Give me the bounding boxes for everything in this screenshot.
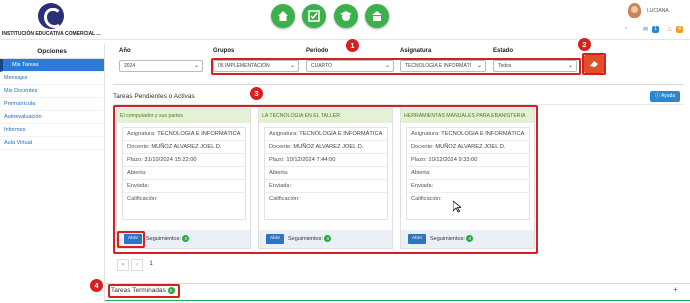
home-nav-button[interactable] xyxy=(271,4,295,28)
classroom-nav-button[interactable] xyxy=(365,4,389,28)
grades-nav-button[interactable] xyxy=(334,4,358,28)
sidebar: Opciones Mis Tareas Mensajes Mis Docente… xyxy=(0,44,105,303)
callout-2: 2 xyxy=(578,38,591,51)
divider xyxy=(105,300,690,301)
expand-icon[interactable]: + xyxy=(673,285,678,294)
bell-icon[interactable]: ⚠ xyxy=(667,26,672,34)
sidebar-item-mensajes[interactable]: Mensajes xyxy=(0,72,104,85)
user-name[interactable]: LUCIANA xyxy=(647,8,669,14)
user-avatar[interactable] xyxy=(628,3,641,18)
school-name: INSTITUCIÓN EDUCATIVA COMERCIAL ... xyxy=(2,31,101,37)
top-header: INSTITUCIÓN EDUCATIVA COMERCIAL ... LUCI… xyxy=(0,0,690,40)
anio-label: Año xyxy=(119,48,131,54)
sidebar-item-autoevaluacion[interactable]: Autoevaluación xyxy=(0,111,104,124)
callout-box-open-button xyxy=(117,231,145,248)
help-label: Ayuda xyxy=(661,93,676,99)
checklist-icon xyxy=(308,10,320,22)
callout-4: 4 xyxy=(90,279,103,292)
callout-1: 1 xyxy=(346,39,359,52)
alerts-badge: 4 xyxy=(676,26,683,33)
messages-badge: 1 xyxy=(652,26,659,33)
pending-tasks-title: Tareas Pendientes o Activas xyxy=(113,93,195,100)
sidebar-item-aula-virtual[interactable]: Aula Virtual xyxy=(0,137,104,150)
school-logo xyxy=(38,3,64,29)
anio-value: 2024 xyxy=(124,63,136,69)
sidebar-title: Opciones xyxy=(0,44,104,59)
periodo-label: Periodo xyxy=(306,48,329,54)
asignatura-label: Asignatura xyxy=(400,48,432,54)
help-button[interactable]: ⓘ Ayuda xyxy=(650,91,680,102)
chevron-down-icon: ⌄ xyxy=(193,63,199,69)
callout-box-filters xyxy=(211,58,581,75)
graduate-icon xyxy=(340,11,352,21)
divider xyxy=(105,283,690,284)
divider xyxy=(113,84,683,85)
tasks-nav-button[interactable] xyxy=(302,4,326,28)
classroom-icon xyxy=(372,11,382,21)
pagination-current[interactable]: 1 xyxy=(145,259,157,271)
home-icon xyxy=(278,11,288,21)
pagination-prev[interactable]: ‹ xyxy=(131,259,143,271)
sidebar-item-prematricula[interactable]: Prematrícula xyxy=(0,98,104,111)
mail-icon[interactable]: ✉ xyxy=(643,26,648,34)
grupos-label: Grupos xyxy=(213,48,235,54)
info-icon: ⓘ xyxy=(654,93,660,99)
callout-box-finished xyxy=(108,284,180,298)
estado-label: Estado xyxy=(493,48,514,54)
callout-box-task-cards xyxy=(113,105,538,254)
pagination-first[interactable]: « xyxy=(117,259,129,271)
callout-box-filter-button xyxy=(582,53,606,75)
anio-select[interactable]: 2024 ⌄ xyxy=(119,60,203,72)
sidebar-item-mis-tareas[interactable]: Mis Tareas xyxy=(0,59,104,72)
callout-3: 3 xyxy=(250,87,263,100)
cube-icon[interactable]: ▫ xyxy=(625,26,627,34)
sidebar-item-informes[interactable]: Informes xyxy=(0,124,104,137)
sidebar-item-mis-docentes[interactable]: Mis Docentes xyxy=(0,85,104,98)
